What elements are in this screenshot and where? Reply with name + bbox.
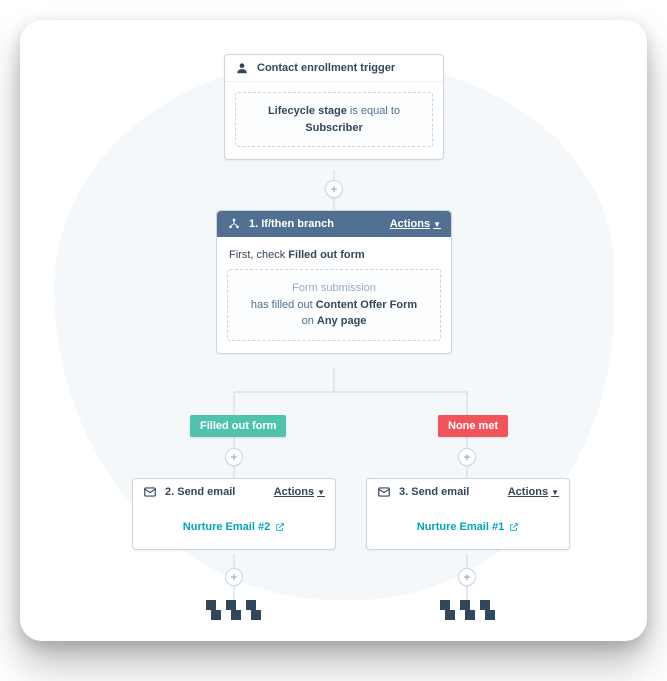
enrollment-trigger-card[interactable]: Contact enrollment trigger Lifecycle sta… — [224, 54, 444, 160]
trigger-body: Lifecycle stage is equal to Subscriber — [225, 82, 443, 159]
add-step-button[interactable]: + — [225, 568, 243, 586]
branch-title: 1. If/then branch — [249, 218, 334, 230]
email-link[interactable]: Nurture Email #1 — [417, 521, 519, 533]
email-header: 2. Send email — [165, 486, 235, 498]
rule-value: Subscriber — [305, 122, 362, 134]
send-email-card-yes[interactable]: 2. Send email Actions ▼ Nurture Email #2 — [132, 478, 336, 550]
add-step-button[interactable]: + — [225, 448, 243, 466]
external-link-icon — [275, 522, 285, 532]
email-icon — [377, 485, 391, 499]
actions-dropdown[interactable]: Actions ▼ — [508, 486, 559, 498]
actions-label: Actions — [390, 218, 430, 230]
card-header: 2. Send email Actions ▼ — [133, 479, 335, 505]
header-left: 2. Send email — [143, 485, 235, 499]
send-email-card-no[interactable]: 3. Send email Actions ▼ Nurture Email #1 — [366, 478, 570, 550]
header-left: 3. Send email — [377, 485, 469, 499]
cond-line3: on Any page — [240, 313, 428, 330]
branch-tag-no: None met — [438, 415, 508, 437]
workflow-end-marker — [206, 600, 262, 620]
actions-dropdown[interactable]: Actions ▼ — [390, 218, 441, 230]
branch-tag-yes: Filled out form — [190, 415, 286, 437]
actions-label: Actions — [274, 486, 314, 498]
add-step-button[interactable]: + — [325, 180, 343, 198]
trigger-title: Contact enrollment trigger — [257, 62, 395, 74]
actions-label: Actions — [508, 486, 548, 498]
caret-down-icon: ▼ — [433, 220, 441, 229]
workflow-canvas-frame: Contact enrollment trigger Lifecycle sta… — [20, 20, 647, 641]
workflow-canvas: Contact enrollment trigger Lifecycle sta… — [20, 20, 647, 641]
external-link-icon — [509, 522, 519, 532]
card-header: 1. If/then branch Actions ▼ — [217, 211, 451, 237]
caret-down-icon: ▼ — [551, 488, 559, 497]
email-body: Nurture Email #1 — [367, 505, 569, 549]
branch-condition[interactable]: Form submission has filled out Content O… — [227, 269, 441, 341]
if-then-branch-card[interactable]: 1. If/then branch Actions ▼ First, check… — [216, 210, 452, 354]
header-left: 1. If/then branch — [227, 217, 334, 231]
card-header: Contact enrollment trigger — [225, 55, 443, 82]
add-step-button[interactable]: + — [458, 448, 476, 466]
rule-field: Lifecycle stage — [268, 105, 347, 117]
cond-label: Form submission — [240, 280, 428, 297]
add-step-button[interactable]: + — [458, 568, 476, 586]
email-body: Nurture Email #2 — [133, 505, 335, 549]
trigger-rule[interactable]: Lifecycle stage is equal to Subscriber — [235, 92, 433, 147]
branch-body: First, check Filled out form Form submis… — [217, 237, 451, 353]
cond-line2: has filled out Content Offer Form — [240, 297, 428, 314]
branch-icon — [227, 217, 241, 231]
contact-icon — [235, 61, 249, 75]
email-header: 3. Send email — [399, 486, 469, 498]
rule-op: is equal to — [350, 105, 400, 117]
caret-down-icon: ▼ — [317, 488, 325, 497]
email-icon — [143, 485, 157, 499]
card-header: 3. Send email Actions ▼ — [367, 479, 569, 505]
actions-dropdown[interactable]: Actions ▼ — [274, 486, 325, 498]
first-check-line: First, check Filled out form — [229, 249, 439, 261]
email-link[interactable]: Nurture Email #2 — [183, 521, 285, 533]
workflow-end-marker — [440, 600, 496, 620]
